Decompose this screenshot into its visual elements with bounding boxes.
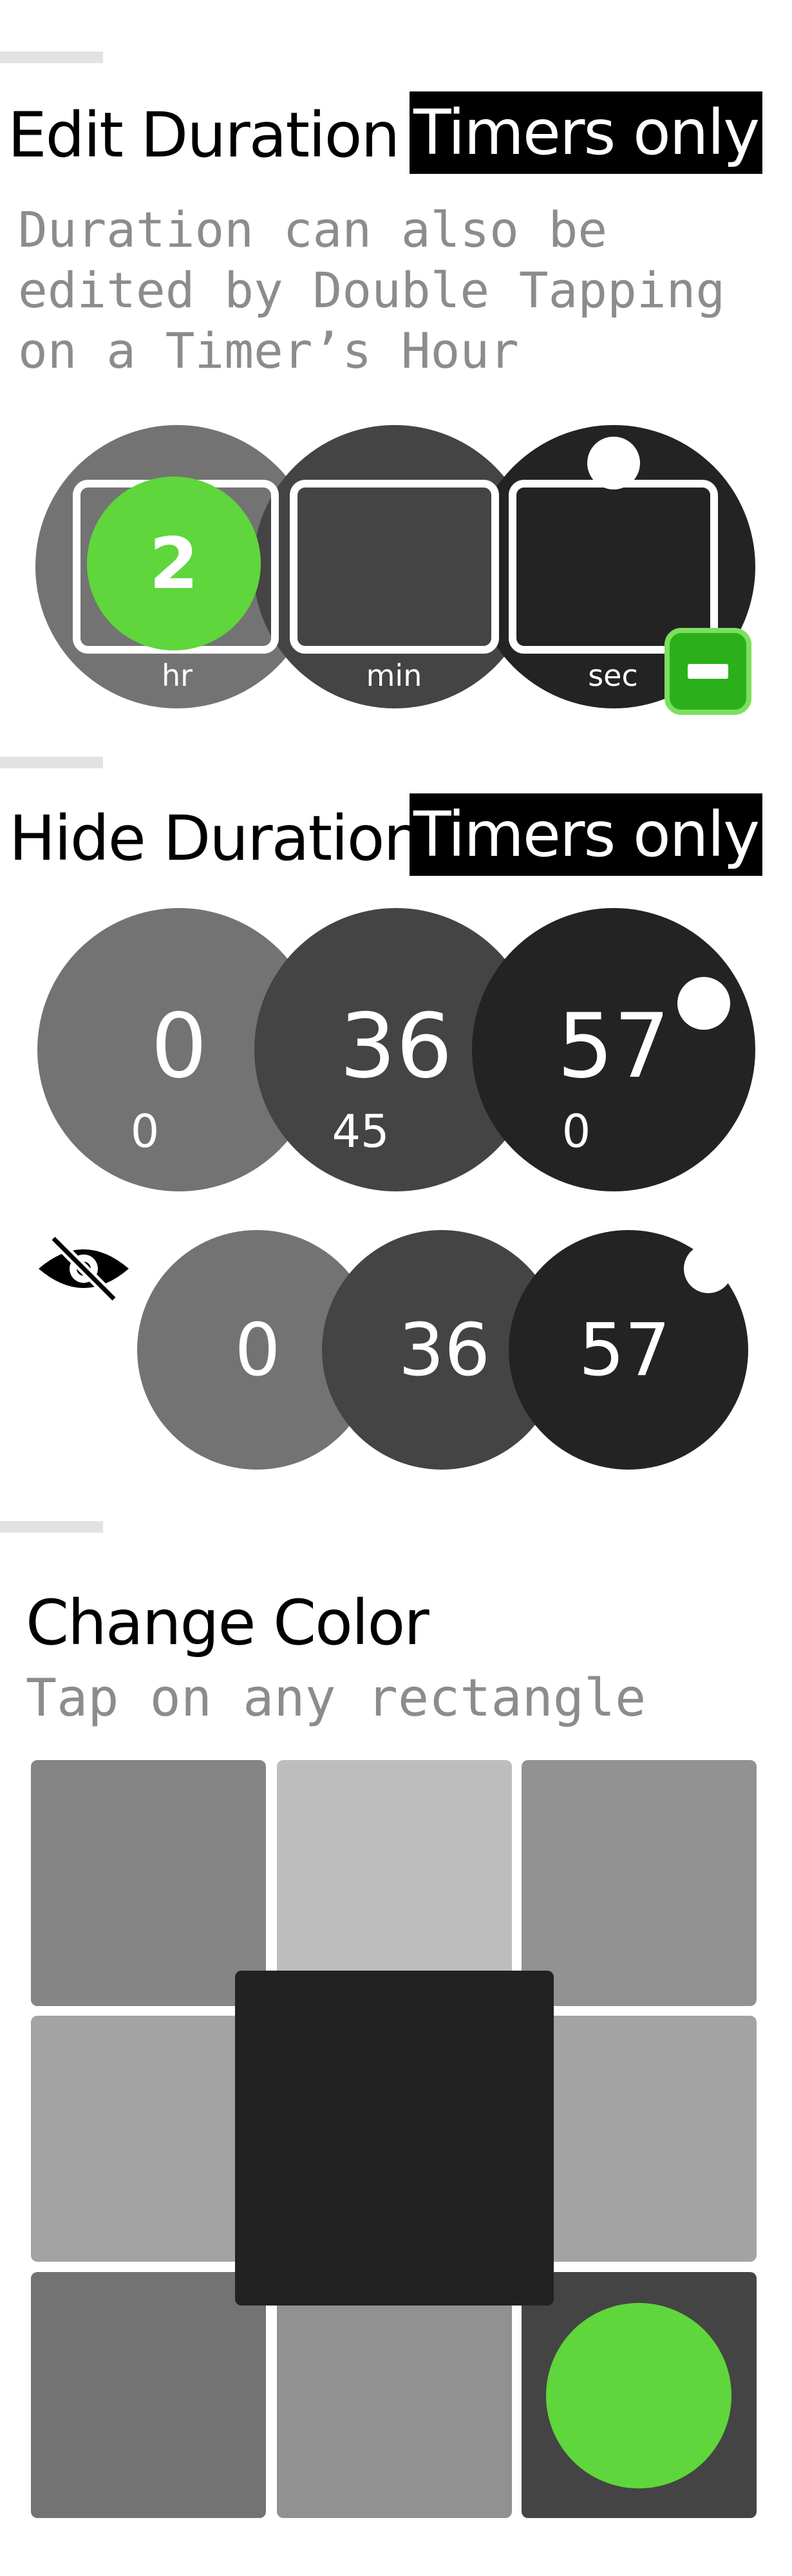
timer-indicator-dot (587, 437, 640, 489)
color-swatch[interactable] (277, 1760, 512, 2006)
minute-value: 36 (398, 1309, 491, 1392)
description-line: edited by Double Tapping (18, 261, 726, 319)
hour-sub-value: 0 (130, 1105, 160, 1158)
minute-sub-value: 45 (332, 1105, 390, 1158)
unit-label-sec: sec (588, 658, 638, 693)
description-line: on a Timer’s Hour (18, 322, 519, 379)
color-swatch[interactable] (522, 2016, 757, 2262)
hide-duration-title: Hide Duration (9, 802, 422, 875)
selected-color-indicator (546, 2303, 731, 2488)
second-sub-value: 0 (561, 1105, 591, 1158)
change-color-title: Change Color (26, 1587, 429, 1659)
change-color-subtitle: Tap on any rectangle (26, 1668, 646, 1728)
timers-only-badge: Timers only (410, 793, 762, 876)
minute-value: 36 (339, 994, 453, 1098)
unit-label-min: min (366, 658, 422, 693)
color-swatch[interactable] (31, 2272, 266, 2518)
minute-edit-box[interactable] (290, 480, 499, 654)
section-divider (0, 757, 103, 768)
hour-value: 2 (149, 522, 199, 605)
color-swatch[interactable] (522, 1760, 757, 2006)
color-preview (235, 1971, 554, 2306)
timer-indicator-dot (677, 977, 730, 1030)
second-value: 57 (578, 1309, 671, 1392)
description-line: Duration can also be (18, 201, 608, 258)
hour-value: 0 (234, 1309, 281, 1392)
unit-label-hr: hr (161, 658, 193, 693)
section-divider (0, 52, 103, 63)
color-swatch[interactable] (31, 2016, 266, 2262)
timer-indicator-dot (684, 1244, 733, 1293)
second-value: 57 (557, 994, 670, 1098)
edit-duration-title: Edit Duration (8, 99, 400, 171)
timers-only-badge: Timers only (410, 91, 762, 174)
eye-slash-icon[interactable] (35, 1233, 132, 1304)
hour-value: 0 (151, 994, 207, 1098)
section-divider (0, 1521, 103, 1533)
color-swatch[interactable] (277, 2272, 512, 2518)
minus-button[interactable] (665, 628, 751, 715)
color-swatch[interactable] (31, 1760, 266, 2006)
minus-icon (688, 664, 728, 679)
